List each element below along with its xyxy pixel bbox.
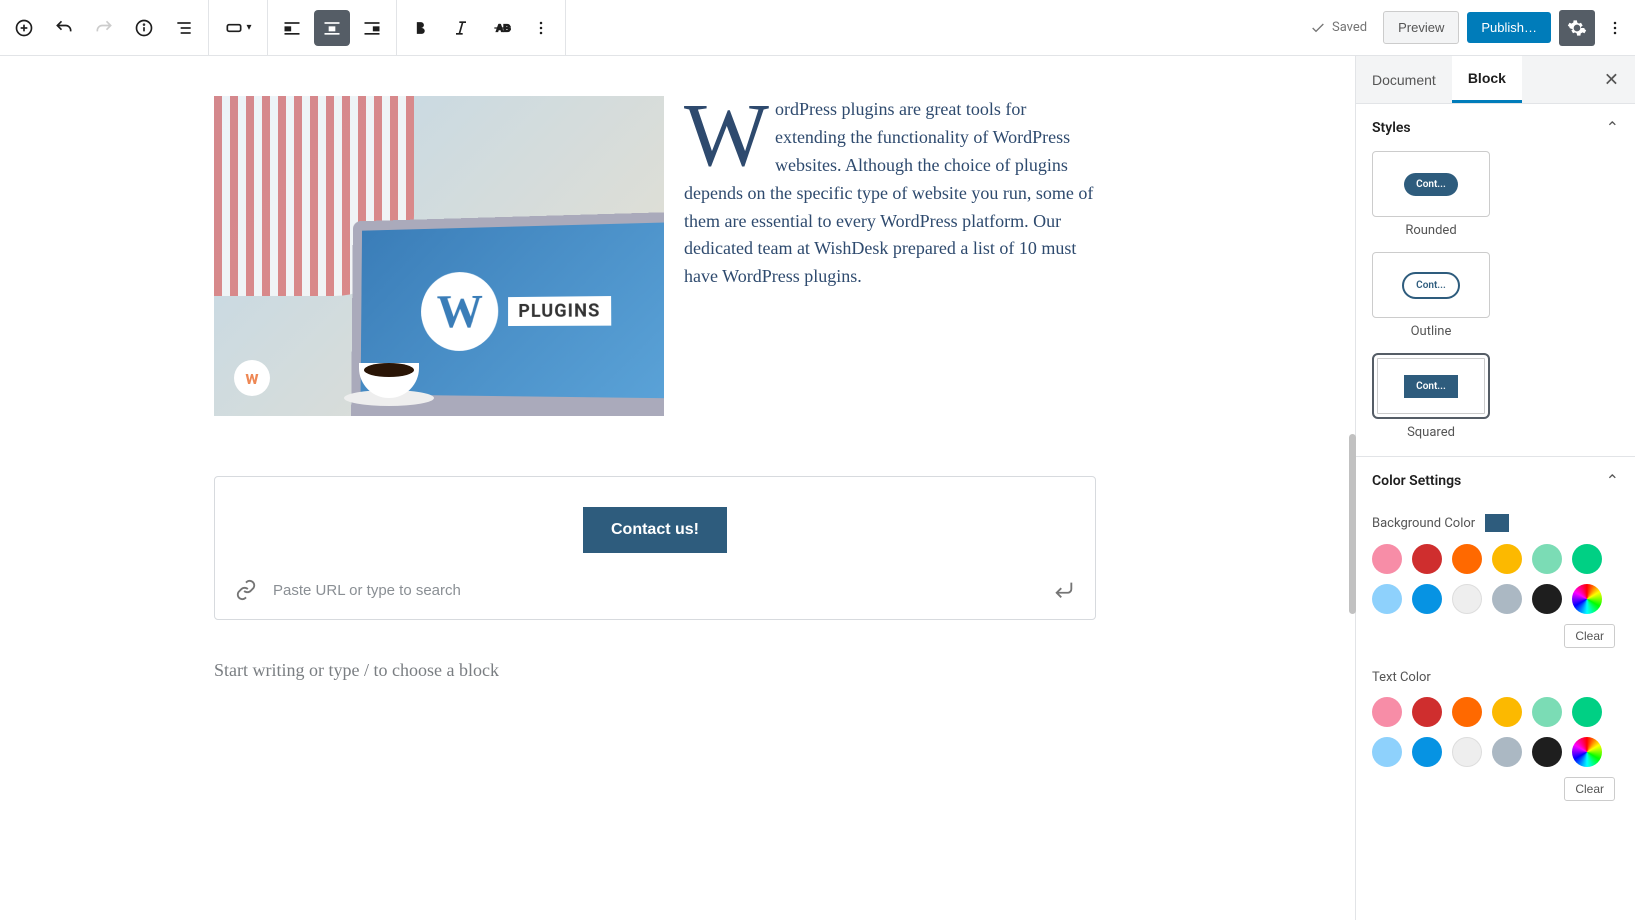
dropcap: W: [684, 104, 769, 167]
color-pink[interactable]: [1372, 544, 1402, 574]
block-appender[interactable]: Start writing or type / to choose a bloc…: [214, 650, 1096, 691]
italic-button[interactable]: [443, 10, 479, 46]
gear-icon: [1567, 18, 1587, 38]
close-sidebar-button[interactable]: ✕: [1596, 65, 1627, 94]
wordpress-logo-icon: [421, 271, 498, 351]
color-gray[interactable]: [1492, 737, 1522, 767]
style-option-squared[interactable]: Cont... Squared: [1372, 353, 1490, 440]
tab-document[interactable]: Document: [1356, 58, 1452, 102]
settings-button[interactable]: [1559, 10, 1595, 46]
color-blue[interactable]: [1412, 737, 1442, 767]
link-icon: [235, 579, 257, 601]
check-icon: [1310, 20, 1326, 36]
style-option-outline[interactable]: Cont... Outline: [1372, 252, 1490, 339]
clear-background-button[interactable]: Clear: [1564, 624, 1615, 648]
color-lightgray[interactable]: [1452, 584, 1482, 614]
align-right-button[interactable]: [354, 10, 390, 46]
block-type-button[interactable]: ▾: [215, 10, 261, 46]
editor-toolbar: ▾ ABC Saved Preview Publish…: [0, 0, 1635, 56]
color-black[interactable]: [1532, 737, 1562, 767]
color-custom[interactable]: [1572, 737, 1602, 767]
color-pink[interactable]: [1372, 697, 1402, 727]
saved-indicator: Saved: [1310, 20, 1367, 36]
color-red[interactable]: [1412, 544, 1442, 574]
color-black[interactable]: [1532, 584, 1562, 614]
background-color-palette: [1356, 538, 1635, 626]
color-teal[interactable]: [1532, 697, 1562, 727]
color-yellow[interactable]: [1492, 697, 1522, 727]
add-block-button[interactable]: [6, 10, 42, 46]
color-settings-panel-header[interactable]: Color Settings ⌃: [1356, 457, 1635, 504]
publish-button[interactable]: Publish…: [1467, 12, 1551, 43]
styles-panel-header[interactable]: Styles ⌃: [1356, 104, 1635, 151]
more-menu-button[interactable]: [1603, 10, 1627, 46]
svg-text:ABC: ABC: [496, 23, 511, 34]
color-blue[interactable]: [1412, 584, 1442, 614]
clear-text-color-button[interactable]: Clear: [1564, 777, 1615, 801]
contact-us-button[interactable]: Contact us!: [583, 507, 727, 553]
submit-icon[interactable]: [1053, 579, 1075, 601]
media-text-block: PLUGINS w WordPress plugins are great to…: [214, 96, 1096, 416]
preview-button[interactable]: Preview: [1383, 11, 1459, 44]
bold-button[interactable]: [403, 10, 439, 46]
tab-block[interactable]: Block: [1452, 56, 1522, 103]
color-lightgray[interactable]: [1452, 737, 1482, 767]
info-button[interactable]: [126, 10, 162, 46]
settings-sidebar: Document Block ✕ Styles ⌃ Cont... Rounde…: [1355, 56, 1635, 920]
background-color-label: Background Color: [1356, 504, 1635, 538]
undo-button[interactable]: [46, 10, 82, 46]
color-green[interactable]: [1572, 697, 1602, 727]
more-formatting-button[interactable]: [523, 10, 559, 46]
paragraph-block[interactable]: WordPress plugins are great tools for ex…: [684, 96, 1096, 416]
align-left-button[interactable]: [274, 10, 310, 46]
chevron-up-icon: ⌃: [1606, 118, 1619, 137]
align-center-button[interactable]: [314, 10, 350, 46]
color-lightblue[interactable]: [1372, 584, 1402, 614]
chevron-down-icon: ▾: [246, 22, 251, 33]
color-green[interactable]: [1572, 544, 1602, 574]
featured-image[interactable]: PLUGINS w: [214, 96, 664, 416]
color-orange[interactable]: [1452, 544, 1482, 574]
chevron-up-icon: ⌃: [1606, 471, 1619, 490]
color-orange[interactable]: [1452, 697, 1482, 727]
redo-button[interactable]: [86, 10, 122, 46]
text-color-palette: [1356, 691, 1635, 779]
background-color-swatch: [1485, 514, 1509, 532]
style-option-rounded[interactable]: Cont... Rounded: [1372, 151, 1490, 238]
text-color-label: Text Color: [1356, 660, 1635, 691]
url-input[interactable]: [273, 582, 1037, 599]
button-block[interactable]: Contact us!: [214, 476, 1096, 620]
watermark-badge: w: [234, 360, 270, 396]
color-lightblue[interactable]: [1372, 737, 1402, 767]
color-gray[interactable]: [1492, 584, 1522, 614]
color-custom[interactable]: [1572, 584, 1602, 614]
color-yellow[interactable]: [1492, 544, 1522, 574]
scrollbar[interactable]: [1349, 434, 1356, 614]
outline-button[interactable]: [166, 10, 202, 46]
color-teal[interactable]: [1532, 544, 1562, 574]
strikethrough-button[interactable]: ABC: [483, 10, 519, 46]
color-red[interactable]: [1412, 697, 1442, 727]
editor-canvas[interactable]: PLUGINS w WordPress plugins are great to…: [0, 56, 1355, 920]
